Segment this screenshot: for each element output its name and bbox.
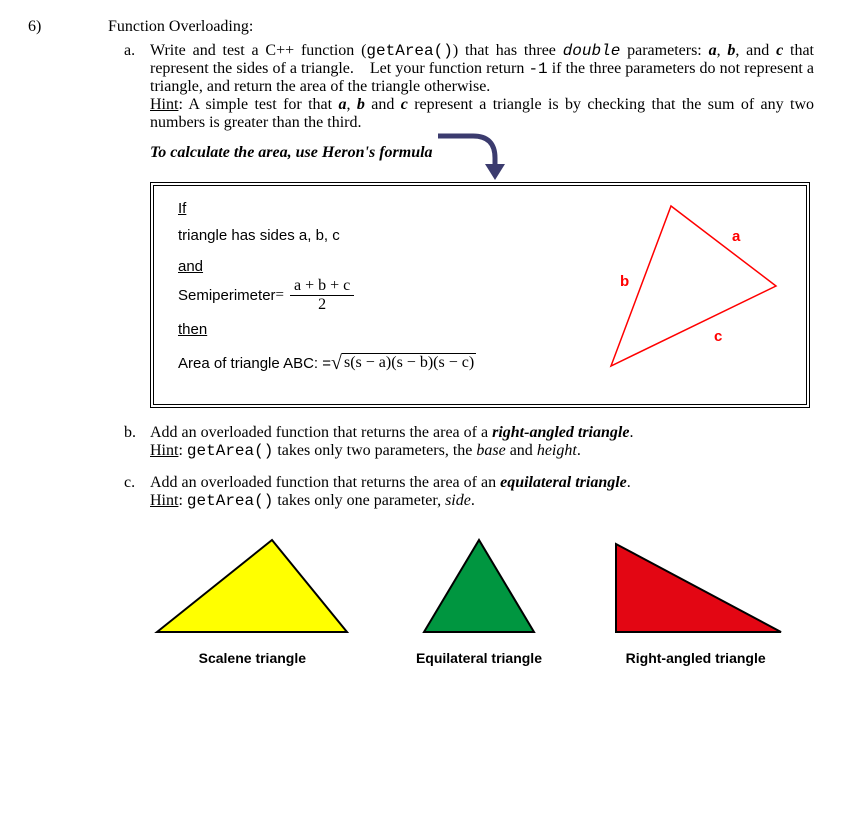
- heron-box: If triangle has sides a, b, c and Semipe…: [153, 185, 807, 405]
- sqrt-symbol: √: [331, 353, 342, 373]
- part-b-body: Add an overloaded function that returns …: [150, 424, 814, 460]
- double-type: double: [563, 42, 621, 60]
- equilateral-triangle-icon: [404, 532, 554, 642]
- semiperimeter-label: Semiperimeter: [178, 287, 276, 304]
- right-triangle-icon: [601, 532, 791, 642]
- triangle-illustrations: Scalene triangle Equilateral triangle Ri…: [124, 532, 814, 666]
- scalene-cell: Scalene triangle: [147, 532, 357, 666]
- part-a-letter: a.: [124, 42, 150, 60]
- equilateral-label: Equilateral triangle: [404, 650, 554, 666]
- equilateral-cell: Equilateral triangle: [404, 532, 554, 666]
- equals: =: [276, 287, 284, 304]
- heron-title-row: To calculate the area, use Heron's formu…: [28, 132, 814, 184]
- equilateral-emph: equilateral triangle: [500, 474, 627, 491]
- sqrt-argument: s(s − a)(s − b)(s − c): [342, 353, 476, 372]
- triangle-side-b: b: [620, 273, 629, 290]
- part-a: a. Write and test a C++ function (getAre…: [124, 42, 814, 132]
- part-c-letter: c.: [124, 474, 150, 492]
- part-c: c. Add an overloaded function that retur…: [124, 474, 814, 510]
- heron-triangle-icon: a b c: [576, 186, 796, 386]
- arrow-icon: [433, 124, 543, 184]
- part-a-body: Write and test a C++ function (getArea()…: [150, 42, 814, 132]
- getarea-code: getArea(): [366, 42, 452, 60]
- area-label: Area of triangle ABC: =: [178, 355, 331, 372]
- scalene-triangle-icon: [147, 532, 357, 642]
- sqrt: √ s(s − a)(s − b)(s − c): [331, 352, 476, 372]
- right-angled-emph: right-angled triangle: [492, 424, 629, 441]
- right-cell: Right-angled triangle: [601, 532, 791, 666]
- question-number: 6): [28, 18, 108, 36]
- negative-one: -1: [528, 60, 547, 78]
- part-c-body: Add an overloaded function that returns …: [150, 474, 814, 510]
- triangle-side-a: a: [732, 228, 741, 245]
- question-title: Function Overloading:: [108, 18, 814, 36]
- part-b: b. Add an overloaded function that retur…: [124, 424, 814, 460]
- heron-title: To calculate the area, use Heron's formu…: [150, 144, 433, 162]
- heron-box-wrap: If triangle has sides a, b, c and Semipe…: [150, 182, 814, 408]
- scalene-label: Scalene triangle: [147, 650, 357, 666]
- fraction-numerator: a + b + c: [290, 277, 354, 296]
- semiperimeter-fraction: a + b + c 2: [290, 277, 354, 313]
- fraction-denominator: 2: [314, 296, 330, 314]
- triangle-side-c: c: [714, 328, 722, 345]
- question-header: 6) Function Overloading:: [28, 18, 814, 36]
- part-b-letter: b.: [124, 424, 150, 442]
- heron-box-outer: If triangle has sides a, b, c and Semipe…: [150, 182, 810, 408]
- page: 6) Function Overloading: a. Write and te…: [0, 0, 842, 696]
- part-a-text: Write and test a C++ function (getArea()…: [150, 42, 814, 95]
- getarea-b-code: getArea(): [187, 442, 273, 460]
- right-label: Right-angled triangle: [601, 650, 791, 666]
- getarea-c-code: getArea(): [187, 492, 273, 510]
